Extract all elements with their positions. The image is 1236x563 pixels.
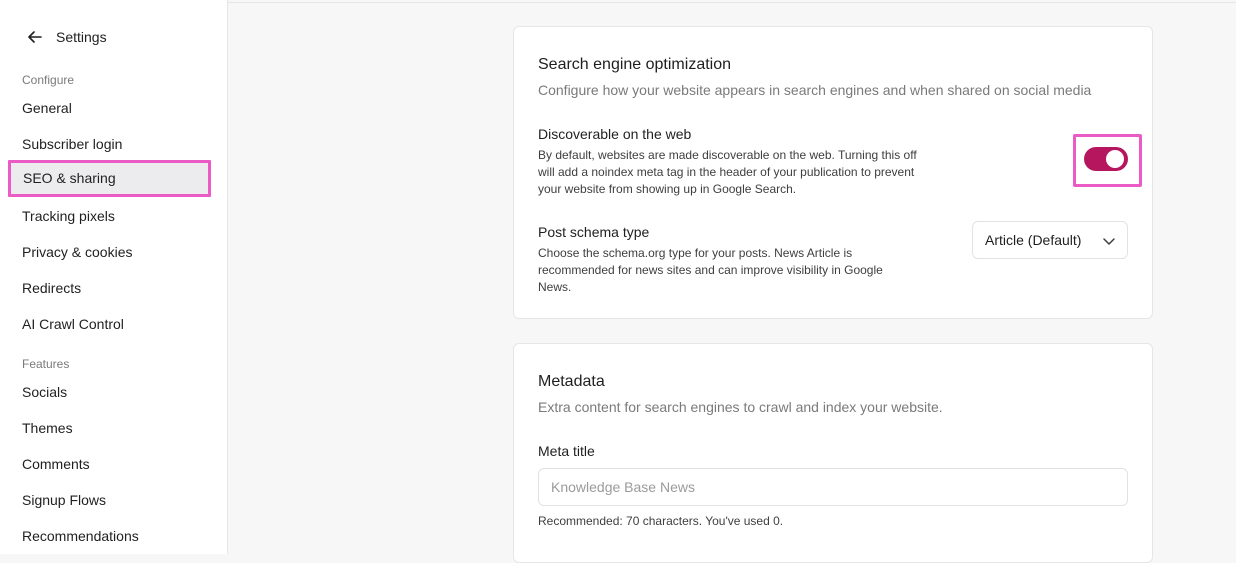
schema-type-help: Choose the schema.org type for your post… [538, 246, 883, 294]
metadata-card-title: Metadata [538, 373, 605, 390]
top-divider [228, 2, 1236, 3]
sidebar-item-redirects[interactable]: Redirects [22, 278, 81, 298]
schema-type-title: Post schema type [538, 224, 650, 240]
back-label: Settings [56, 29, 107, 45]
sidebar-item-socials[interactable]: Socials [22, 382, 67, 402]
sidebar-item-label: SEO & sharing [23, 170, 116, 186]
sidebar-item-themes[interactable]: Themes [22, 418, 73, 438]
discoverable-toggle-highlight [1073, 134, 1142, 187]
seo-card: Search engine optimization Configure how… [513, 26, 1153, 319]
chevron-down-icon [1103, 238, 1115, 245]
seo-card-description: Configure how your website appears in se… [538, 82, 1092, 98]
sidebar-item-comments[interactable]: Comments [22, 454, 90, 474]
meta-title-input[interactable] [538, 468, 1128, 506]
sidebar-item-subscriber-login[interactable]: Subscriber login [22, 134, 122, 154]
sidebar-item-recommendations[interactable]: Recommendations [22, 526, 139, 546]
meta-title-hint: Recommended: 70 characters. You've used … [538, 514, 784, 528]
schema-type-selected: Article (Default) [985, 232, 1082, 248]
arrow-left-icon [28, 31, 42, 43]
meta-title-label: Meta title [538, 443, 595, 459]
sidebar-item-general[interactable]: General [22, 98, 72, 118]
metadata-card-description: Extra content for search engines to craw… [538, 399, 943, 415]
configure-group-label: Configure [22, 73, 75, 87]
metadata-card: Metadata Extra content for search engine… [513, 343, 1153, 563]
toggle-knob [1106, 150, 1124, 168]
features-group-label: Features [22, 357, 70, 371]
sidebar-item-privacy-cookies[interactable]: Privacy & cookies [22, 242, 132, 262]
back-to-settings-button[interactable]: Settings [26, 27, 107, 47]
sidebar-item-ai-crawl-control[interactable]: AI Crawl Control [22, 314, 124, 334]
discoverable-title: Discoverable on the web [538, 126, 692, 142]
discoverable-toggle[interactable] [1084, 147, 1128, 171]
settings-sidebar: Settings Configure General Subscriber lo… [0, 0, 228, 554]
sidebar-item-signup-flows[interactable]: Signup Flows [22, 490, 106, 510]
schema-type-select[interactable]: Article (Default) [972, 221, 1128, 259]
discoverable-help: By default, websites are made discoverab… [538, 148, 917, 196]
seo-card-title: Search engine optimization [538, 56, 732, 73]
sidebar-item-seo-sharing[interactable]: SEO & sharing [8, 160, 211, 197]
sidebar-item-tracking-pixels[interactable]: Tracking pixels [22, 206, 115, 226]
